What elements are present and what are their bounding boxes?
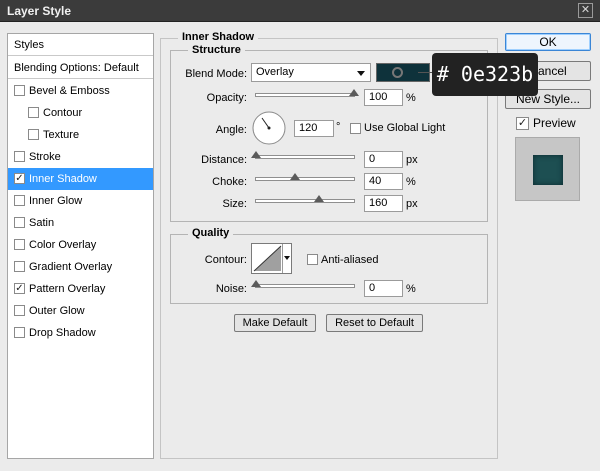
anti-aliased-checkbox[interactable] [307, 254, 318, 265]
choke-field[interactable]: 40 [364, 173, 403, 190]
contour-linear-icon [253, 245, 282, 272]
contour-dropdown[interactable] [282, 244, 291, 273]
style-item-drop-shadow[interactable]: Drop Shadow [8, 322, 153, 344]
styles-header[interactable]: Styles [8, 34, 153, 56]
noise-field[interactable]: 0 [364, 280, 403, 297]
size-slider[interactable] [255, 195, 355, 203]
style-item-bevel-emboss[interactable]: Bevel & Emboss [8, 80, 153, 102]
style-item-color-overlay[interactable]: Color Overlay [8, 234, 153, 256]
opacity-slider-thumb[interactable] [349, 89, 359, 96]
title-bar: Layer Style ✕ [0, 0, 600, 22]
style-item-label: Satin [29, 217, 55, 229]
noise-slider-thumb[interactable] [251, 280, 261, 287]
style-item-inner-shadow[interactable]: ✓ Inner Shadow [8, 168, 153, 190]
opacity-unit: % [406, 92, 416, 104]
color-hex-tooltip: # 0e323b [432, 53, 538, 96]
distance-field[interactable]: 0 [364, 151, 403, 168]
choke-unit: % [406, 176, 416, 188]
contour-picker[interactable] [251, 243, 292, 274]
size-slider-thumb[interactable] [313, 195, 324, 202]
angle-unit: ° [336, 121, 341, 133]
size-unit: px [406, 198, 418, 210]
choke-label: Choke: [212, 176, 247, 188]
choke-slider-thumb[interactable] [290, 173, 301, 180]
style-item-label: Color Overlay [29, 239, 97, 251]
blend-mode-value: Overlay [256, 66, 294, 78]
style-item-checkbox[interactable] [28, 107, 39, 118]
style-item-inner-glow[interactable]: Inner Glow [8, 190, 153, 212]
style-item-contour[interactable]: Contour [8, 102, 153, 124]
style-item-satin[interactable]: Satin [8, 212, 153, 234]
chevron-down-icon [284, 256, 290, 260]
style-item-label: Outer Glow [29, 305, 85, 317]
distance-label: Distance: [201, 154, 247, 166]
structure-title: Structure [188, 44, 245, 56]
style-item-checkbox[interactable] [28, 129, 39, 140]
angle-label: Angle: [215, 124, 247, 136]
angle-dial-icon [252, 111, 286, 145]
style-item-checkbox[interactable] [14, 261, 25, 272]
close-icon[interactable]: ✕ [578, 3, 593, 18]
noise-label: Noise: [215, 283, 247, 295]
style-item-label: Contour [43, 107, 83, 119]
make-default-button[interactable]: Make Default [234, 314, 316, 332]
style-item-checkbox[interactable] [14, 327, 25, 338]
use-global-light-label: Use Global Light [364, 122, 446, 134]
window-title: Layer Style [7, 4, 72, 18]
preview-label: Preview [533, 116, 576, 130]
chevron-down-icon [357, 71, 365, 76]
distance-slider-thumb[interactable] [251, 151, 261, 158]
preview-swatch [533, 155, 563, 185]
style-item-checkbox[interactable] [14, 305, 25, 316]
preview-checkbox[interactable]: ✓ [516, 117, 529, 130]
distance-slider[interactable] [251, 151, 355, 159]
preview-thumbnail [515, 137, 580, 201]
style-item-label: Gradient Overlay [29, 261, 113, 273]
choke-slider[interactable] [255, 173, 355, 181]
ok-button[interactable]: OK [505, 33, 591, 51]
use-global-light-checkbox[interactable] [350, 123, 361, 134]
styles-panel: Styles Blending Options: Default Bevel &… [7, 33, 154, 459]
distance-unit: px [406, 154, 418, 166]
style-item-texture[interactable]: Texture [8, 124, 153, 146]
style-item-checkbox[interactable] [14, 85, 25, 96]
style-item-checkbox[interactable] [14, 151, 25, 162]
opacity-field[interactable]: 100 [364, 89, 403, 106]
opacity-slider[interactable] [255, 89, 359, 97]
quality-title: Quality [188, 227, 234, 239]
style-item-checkbox[interactable] [14, 239, 25, 250]
blend-mode-label: Blend Mode: [185, 68, 247, 80]
style-item-label: Pattern Overlay [29, 283, 106, 295]
noise-slider[interactable] [251, 280, 355, 288]
style-item-label: Bevel & Emboss [29, 85, 110, 97]
style-item-label: Inner Glow [29, 195, 83, 207]
angle-field[interactable]: 120 [294, 120, 334, 137]
style-item-label: Inner Shadow [29, 173, 97, 185]
style-item-checkbox[interactable] [14, 217, 25, 228]
style-item-label: Texture [43, 129, 80, 141]
style-item-label: Stroke [29, 151, 61, 163]
blending-options-item[interactable]: Blending Options: Default [8, 57, 153, 79]
angle-dial[interactable] [251, 110, 287, 146]
reset-to-default-button[interactable]: Reset to Default [326, 314, 423, 332]
contour-label: Contour: [204, 254, 247, 266]
style-item-checkbox[interactable]: ✓ [14, 283, 25, 294]
color-picker-knob-icon [392, 67, 403, 78]
anti-aliased-label: Anti-aliased [321, 254, 379, 266]
style-item-checkbox[interactable] [14, 195, 25, 206]
blend-mode-select[interactable]: Overlay [251, 63, 371, 82]
opacity-label: Opacity: [206, 92, 247, 104]
noise-unit: % [406, 283, 416, 295]
style-item-outer-glow[interactable]: Outer Glow [8, 300, 153, 322]
size-label: Size: [222, 198, 247, 210]
style-item-checkbox[interactable]: ✓ [14, 173, 25, 184]
style-item-stroke[interactable]: Stroke [8, 146, 153, 168]
size-field[interactable]: 160 [364, 195, 403, 212]
style-item-pattern-overlay[interactable]: ✓ Pattern Overlay [8, 278, 153, 300]
inner-shadow-title: Inner Shadow [178, 31, 259, 43]
style-item-gradient-overlay[interactable]: Gradient Overlay [8, 256, 153, 278]
style-item-label: Drop Shadow [29, 327, 96, 339]
